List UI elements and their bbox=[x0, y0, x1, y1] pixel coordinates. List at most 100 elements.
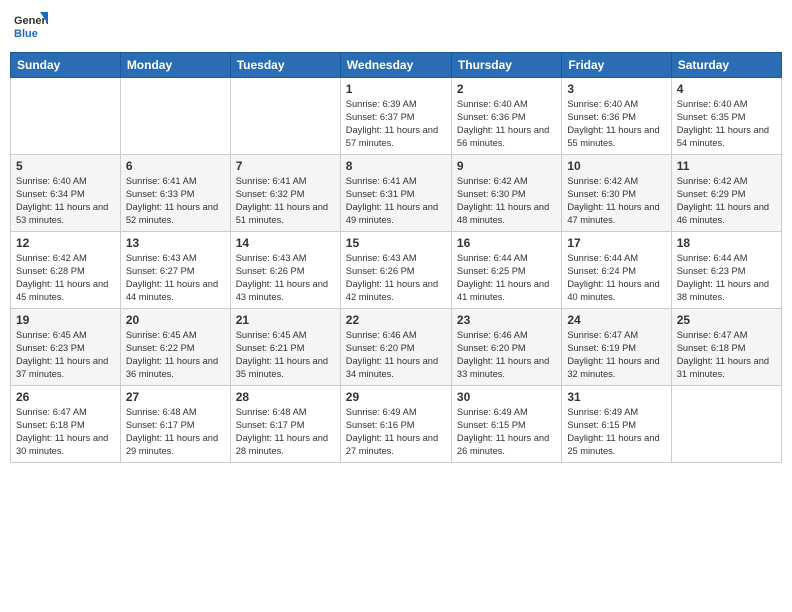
day-info: Sunrise: 6:40 AM Sunset: 6:36 PM Dayligh… bbox=[457, 98, 556, 150]
day-number: 4 bbox=[677, 82, 776, 96]
day-number: 19 bbox=[16, 313, 115, 327]
weekday-header-saturday: Saturday bbox=[671, 53, 781, 78]
calendar-day-cell: 5Sunrise: 6:40 AM Sunset: 6:34 PM Daylig… bbox=[11, 155, 121, 232]
day-number: 26 bbox=[16, 390, 115, 404]
day-info: Sunrise: 6:43 AM Sunset: 6:26 PM Dayligh… bbox=[236, 252, 335, 304]
day-info: Sunrise: 6:41 AM Sunset: 6:31 PM Dayligh… bbox=[346, 175, 446, 227]
calendar-day-cell: 29 Sunrise: 6:49 AM Sunset: 6:16 PM Dayli… bbox=[340, 386, 451, 463]
calendar-day-cell: 25 Sunrise: 6:47 AM Sunset: 6:18 PM Dayli… bbox=[671, 309, 781, 386]
day-info: Sunrise: 6:47 AM Sunset: 6:19 PM Dayligh… bbox=[567, 329, 665, 381]
day-number: 24 bbox=[567, 313, 665, 327]
day-number: 22 bbox=[346, 313, 446, 327]
calendar-day-cell: 13 Sunrise: 6:43 AM Sunset: 6:27 PM Dayli… bbox=[120, 232, 230, 309]
empty-cell bbox=[120, 78, 230, 155]
calendar-day-cell: 19 Sunrise: 6:45 AM Sunset: 6:23 PM Dayli… bbox=[11, 309, 121, 386]
calendar-day-cell: 16Sunrise: 6:44 AM Sunset: 6:25 PM Dayli… bbox=[451, 232, 561, 309]
calendar-week-row: 12Sunrise: 6:42 AM Sunset: 6:28 PM Dayli… bbox=[11, 232, 782, 309]
weekday-header-sunday: Sunday bbox=[11, 53, 121, 78]
day-info: Sunrise: 6:47 AM Sunset: 6:18 PM Dayligh… bbox=[677, 329, 776, 381]
empty-cell bbox=[11, 78, 121, 155]
day-number: 16 bbox=[457, 236, 556, 250]
day-info: Sunrise: 6:40 AM Sunset: 6:34 PM Dayligh… bbox=[16, 175, 115, 227]
calendar-day-cell: 20 Sunrise: 6:45 AM Sunset: 6:22 PM Dayli… bbox=[120, 309, 230, 386]
calendar-day-cell: 30Sunrise: 6:49 AM Sunset: 6:15 PM Dayli… bbox=[451, 386, 561, 463]
calendar-day-cell: 7 Sunrise: 6:41 AM Sunset: 6:32 PM Daylig… bbox=[230, 155, 340, 232]
day-number: 21 bbox=[236, 313, 335, 327]
day-number: 20 bbox=[126, 313, 225, 327]
empty-cell bbox=[671, 386, 781, 463]
calendar-day-cell: 12Sunrise: 6:42 AM Sunset: 6:28 PM Dayli… bbox=[11, 232, 121, 309]
calendar-day-cell: 11 Sunrise: 6:42 AM Sunset: 6:29 PM Dayli… bbox=[671, 155, 781, 232]
day-info: Sunrise: 6:48 AM Sunset: 6:17 PM Dayligh… bbox=[236, 406, 335, 458]
day-info: Sunrise: 6:49 AM Sunset: 6:15 PM Dayligh… bbox=[457, 406, 556, 458]
weekday-header-monday: Monday bbox=[120, 53, 230, 78]
calendar-day-cell: 8 Sunrise: 6:41 AM Sunset: 6:31 PM Daylig… bbox=[340, 155, 451, 232]
calendar-day-cell: 4 Sunrise: 6:40 AM Sunset: 6:35 PM Daylig… bbox=[671, 78, 781, 155]
day-info: Sunrise: 6:43 AM Sunset: 6:26 PM Dayligh… bbox=[346, 252, 446, 304]
calendar-day-cell: 3 Sunrise: 6:40 AM Sunset: 6:36 PM Daylig… bbox=[562, 78, 671, 155]
day-number: 31 bbox=[567, 390, 665, 404]
calendar-day-cell: 14 Sunrise: 6:43 AM Sunset: 6:26 PM Dayli… bbox=[230, 232, 340, 309]
day-number: 7 bbox=[236, 159, 335, 173]
day-number: 27 bbox=[126, 390, 225, 404]
svg-text:General: General bbox=[14, 15, 48, 27]
day-info: Sunrise: 6:44 AM Sunset: 6:23 PM Dayligh… bbox=[677, 252, 776, 304]
calendar-day-cell: 15 Sunrise: 6:43 AM Sunset: 6:26 PM Dayli… bbox=[340, 232, 451, 309]
calendar-day-cell: 26Sunrise: 6:47 AM Sunset: 6:18 PM Dayli… bbox=[11, 386, 121, 463]
day-number: 1 bbox=[346, 82, 446, 96]
day-info: Sunrise: 6:42 AM Sunset: 6:29 PM Dayligh… bbox=[677, 175, 776, 227]
logo-svg: General Blue bbox=[14, 10, 48, 44]
day-info: Sunrise: 6:46 AM Sunset: 6:20 PM Dayligh… bbox=[346, 329, 446, 381]
day-info: Sunrise: 6:45 AM Sunset: 6:21 PM Dayligh… bbox=[236, 329, 335, 381]
day-info: Sunrise: 6:45 AM Sunset: 6:22 PM Dayligh… bbox=[126, 329, 225, 381]
calendar-day-cell: 23Sunrise: 6:46 AM Sunset: 6:20 PM Dayli… bbox=[451, 309, 561, 386]
day-info: Sunrise: 6:42 AM Sunset: 6:30 PM Dayligh… bbox=[567, 175, 665, 227]
day-number: 17 bbox=[567, 236, 665, 250]
weekday-header-thursday: Thursday bbox=[451, 53, 561, 78]
calendar-table: SundayMondayTuesdayWednesdayThursdayFrid… bbox=[10, 52, 782, 463]
day-info: Sunrise: 6:41 AM Sunset: 6:32 PM Dayligh… bbox=[236, 175, 335, 227]
day-number: 3 bbox=[567, 82, 665, 96]
weekday-header-row: SundayMondayTuesdayWednesdayThursdayFrid… bbox=[11, 53, 782, 78]
calendar-day-cell: 24 Sunrise: 6:47 AM Sunset: 6:19 PM Dayli… bbox=[562, 309, 671, 386]
day-number: 6 bbox=[126, 159, 225, 173]
calendar-day-cell: 28 Sunrise: 6:48 AM Sunset: 6:17 PM Dayli… bbox=[230, 386, 340, 463]
logo-image: General Blue bbox=[14, 10, 48, 44]
calendar-day-cell: 31Sunrise: 6:49 AM Sunset: 6:15 PM Dayli… bbox=[562, 386, 671, 463]
page-header: General Blue bbox=[10, 10, 782, 44]
day-info: Sunrise: 6:42 AM Sunset: 6:28 PM Dayligh… bbox=[16, 252, 115, 304]
calendar-day-cell: 22 Sunrise: 6:46 AM Sunset: 6:20 PM Dayli… bbox=[340, 309, 451, 386]
day-info: Sunrise: 6:45 AM Sunset: 6:23 PM Dayligh… bbox=[16, 329, 115, 381]
day-number: 8 bbox=[346, 159, 446, 173]
calendar-week-row: 26Sunrise: 6:47 AM Sunset: 6:18 PM Dayli… bbox=[11, 386, 782, 463]
calendar-day-cell: 6 Sunrise: 6:41 AM Sunset: 6:33 PM Daylig… bbox=[120, 155, 230, 232]
day-number: 14 bbox=[236, 236, 335, 250]
calendar-week-row: 1 Sunrise: 6:39 AM Sunset: 6:37 PM Daylig… bbox=[11, 78, 782, 155]
day-number: 23 bbox=[457, 313, 556, 327]
day-number: 18 bbox=[677, 236, 776, 250]
day-info: Sunrise: 6:40 AM Sunset: 6:36 PM Dayligh… bbox=[567, 98, 665, 150]
day-info: Sunrise: 6:40 AM Sunset: 6:35 PM Dayligh… bbox=[677, 98, 776, 150]
day-info: Sunrise: 6:39 AM Sunset: 6:37 PM Dayligh… bbox=[346, 98, 446, 150]
empty-cell bbox=[230, 78, 340, 155]
day-number: 10 bbox=[567, 159, 665, 173]
day-number: 2 bbox=[457, 82, 556, 96]
day-number: 29 bbox=[346, 390, 446, 404]
calendar-day-cell: 9 Sunrise: 6:42 AM Sunset: 6:30 PM Daylig… bbox=[451, 155, 561, 232]
day-number: 25 bbox=[677, 313, 776, 327]
day-number: 9 bbox=[457, 159, 556, 173]
calendar-day-cell: 17Sunrise: 6:44 AM Sunset: 6:24 PM Dayli… bbox=[562, 232, 671, 309]
day-info: Sunrise: 6:41 AM Sunset: 6:33 PM Dayligh… bbox=[126, 175, 225, 227]
logo: General Blue bbox=[14, 10, 48, 44]
day-number: 13 bbox=[126, 236, 225, 250]
day-info: Sunrise: 6:42 AM Sunset: 6:30 PM Dayligh… bbox=[457, 175, 556, 227]
calendar-day-cell: 18 Sunrise: 6:44 AM Sunset: 6:23 PM Dayli… bbox=[671, 232, 781, 309]
day-number: 15 bbox=[346, 236, 446, 250]
day-number: 28 bbox=[236, 390, 335, 404]
day-info: Sunrise: 6:43 AM Sunset: 6:27 PM Dayligh… bbox=[126, 252, 225, 304]
day-info: Sunrise: 6:49 AM Sunset: 6:16 PM Dayligh… bbox=[346, 406, 446, 458]
weekday-header-wednesday: Wednesday bbox=[340, 53, 451, 78]
day-number: 11 bbox=[677, 159, 776, 173]
calendar-day-cell: 1 Sunrise: 6:39 AM Sunset: 6:37 PM Daylig… bbox=[340, 78, 451, 155]
calendar-day-cell: 21 Sunrise: 6:45 AM Sunset: 6:21 PM Dayli… bbox=[230, 309, 340, 386]
